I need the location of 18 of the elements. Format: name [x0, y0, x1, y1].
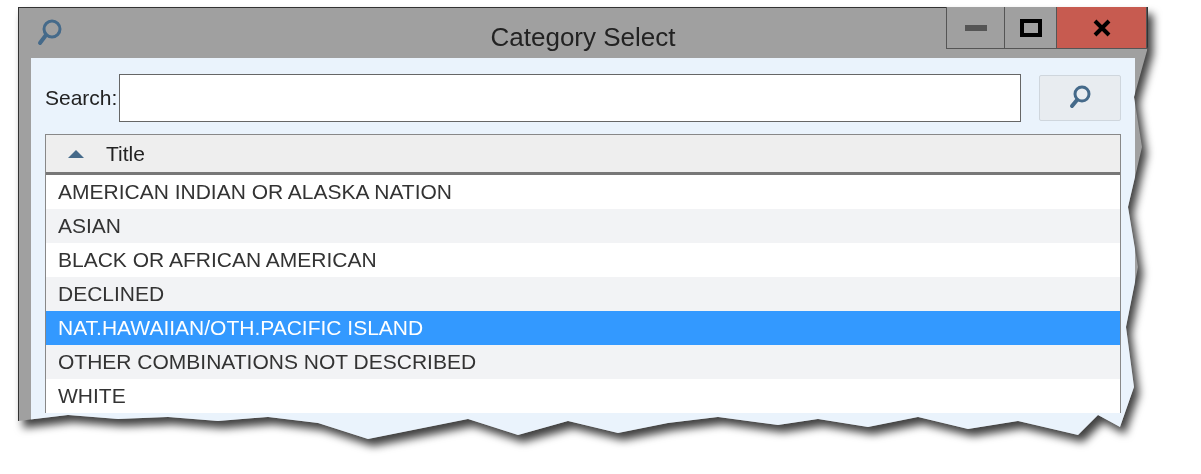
search-icon: [1069, 85, 1092, 111]
maximize-icon: [1019, 18, 1042, 37]
close-icon: [1092, 18, 1111, 37]
search-field[interactable]: [119, 74, 1022, 122]
list-row[interactable]: OTHER COMBINATIONS NOT DESCRIBED: [46, 345, 1120, 379]
close-button[interactable]: [1057, 7, 1147, 49]
column-header[interactable]: Title: [46, 135, 1120, 175]
list-row[interactable]: AMERICAN INDIAN OR ALASKA NATION: [46, 175, 1120, 209]
list-row[interactable]: BLACK OR AFRICAN AMERICAN: [46, 243, 1120, 277]
search-button[interactable]: [1039, 75, 1121, 121]
search-label: Search:: [45, 85, 118, 112]
list-row[interactable]: WHITE: [46, 379, 1120, 413]
list-row[interactable]: ASIAN: [46, 209, 1120, 243]
search-icon: [37, 18, 63, 48]
minimize-icon: [964, 24, 987, 31]
maximize-button[interactable]: [1005, 7, 1057, 49]
list-row[interactable]: DECLINED: [46, 277, 1120, 311]
window-title: Category Select: [490, 21, 676, 54]
